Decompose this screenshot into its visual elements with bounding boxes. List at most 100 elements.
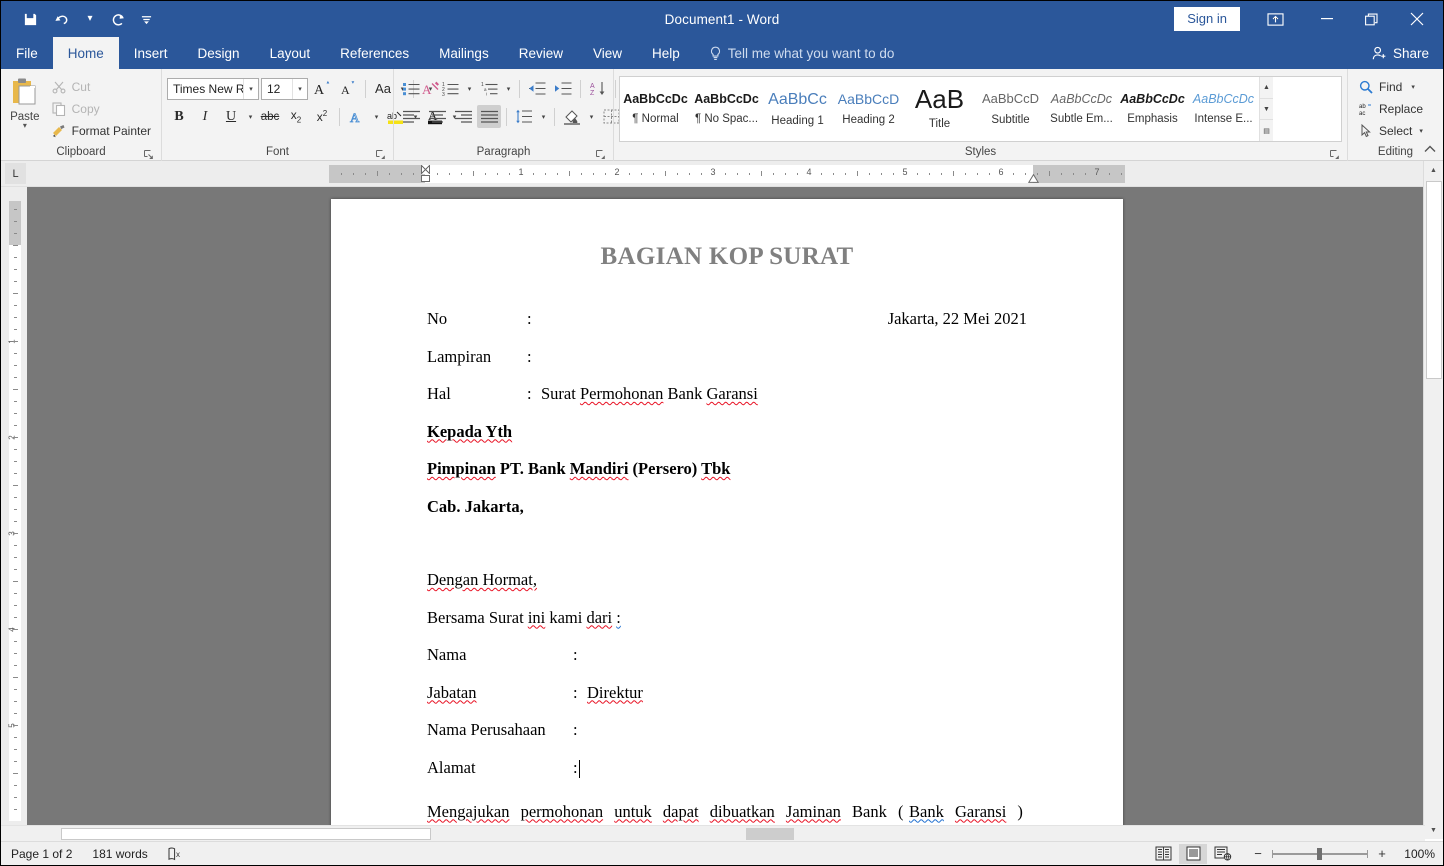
select-button[interactable]: Select ▾ bbox=[1353, 120, 1428, 141]
replace-button[interactable]: ab ac Replace bbox=[1353, 98, 1428, 119]
share-button[interactable]: Share bbox=[1372, 37, 1429, 69]
bullets-icon[interactable] bbox=[399, 77, 423, 100]
multilevel-list-chevron-down-icon[interactable]: ▾ bbox=[503, 77, 514, 100]
tab-view[interactable]: View bbox=[578, 37, 637, 69]
tab-insert[interactable]: Insert bbox=[119, 37, 183, 69]
shrink-font-button[interactable]: A bbox=[336, 77, 360, 100]
clipboard-dialog-launcher-icon[interactable] bbox=[143, 149, 154, 160]
align-left-icon[interactable] bbox=[399, 105, 423, 128]
styles-dialog-launcher-icon[interactable] bbox=[1329, 149, 1340, 160]
numbering-chevron-down-icon[interactable]: ▾ bbox=[464, 77, 475, 100]
font-name-chevron-down-icon[interactable]: ▾ bbox=[243, 78, 258, 99]
collapse-ribbon-icon[interactable] bbox=[1422, 141, 1438, 157]
tab-home[interactable]: Home bbox=[52, 37, 119, 69]
underline-chevron-down-icon[interactable]: ▾ bbox=[245, 105, 256, 128]
document-canvas[interactable]: BAGIAN KOP SURAT No : Jakarta, 22 Mei 20… bbox=[27, 187, 1425, 839]
paragraph-dialog-launcher-icon[interactable] bbox=[595, 149, 606, 160]
zoom-in-button[interactable]: + bbox=[1375, 846, 1389, 862]
justify-icon[interactable] bbox=[477, 105, 501, 128]
tab-mailings[interactable]: Mailings bbox=[424, 37, 504, 69]
undo-dropdown-icon[interactable]: ▾ bbox=[79, 5, 101, 33]
read-mode-icon[interactable] bbox=[1149, 844, 1177, 864]
ruler-top-margin[interactable] bbox=[9, 201, 21, 245]
superscript-button[interactable]: x2 bbox=[310, 105, 334, 128]
redo-icon[interactable] bbox=[103, 5, 133, 33]
subscript-button[interactable]: x2 bbox=[284, 105, 308, 128]
shading-icon[interactable] bbox=[560, 105, 584, 128]
change-case-button[interactable]: Aa bbox=[371, 77, 395, 100]
zoom-slider[interactable] bbox=[1272, 846, 1368, 862]
text-effects-button[interactable]: A bbox=[345, 105, 369, 128]
line-spacing-chevron-down-icon[interactable]: ▾ bbox=[538, 105, 549, 128]
style-item-intense-emphasis[interactable]: AaBbCcDc Intense E... bbox=[1188, 77, 1259, 141]
tab-stop-selector[interactable]: L bbox=[5, 163, 26, 184]
shading-chevron-down-icon[interactable]: ▾ bbox=[586, 105, 597, 128]
sort-icon[interactable]: AZ bbox=[586, 77, 610, 100]
scroll-down-icon[interactable]: ▼ bbox=[1424, 821, 1443, 839]
copy-button[interactable]: Copy bbox=[46, 98, 156, 119]
styles-scroll-up-icon[interactable]: ▲ bbox=[1260, 77, 1273, 98]
document-content[interactable]: BAGIAN KOP SURAT No : Jakarta, 22 Mei 20… bbox=[427, 243, 1027, 839]
text-effects-chevron-down-icon[interactable]: ▾ bbox=[371, 105, 382, 128]
ruler-right-margin[interactable] bbox=[1033, 165, 1125, 183]
style-item-subtle-emphasis[interactable]: AaBbCcDc Subtle Em... bbox=[1046, 77, 1117, 141]
underline-button[interactable]: U bbox=[219, 105, 243, 128]
tab-design[interactable]: Design bbox=[183, 37, 255, 69]
horizontal-scroll-thumb[interactable] bbox=[61, 828, 431, 840]
styles-more-icon[interactable]: ▤ bbox=[1260, 119, 1273, 141]
align-center-icon[interactable] bbox=[425, 105, 449, 128]
paste-button[interactable]: Paste ▾ bbox=[6, 74, 44, 130]
style-item-title[interactable]: AaB Title bbox=[904, 77, 975, 141]
increase-indent-icon[interactable] bbox=[551, 77, 575, 100]
styles-scroll-down-icon[interactable]: ▼ bbox=[1260, 97, 1273, 120]
font-size-chevron-down-icon[interactable]: ▾ bbox=[292, 78, 307, 99]
proofing-icon[interactable]: x bbox=[168, 847, 185, 861]
paste-chevron-down-icon[interactable]: ▾ bbox=[23, 122, 27, 130]
web-layout-icon[interactable] bbox=[1209, 844, 1237, 864]
document-page[interactable]: BAGIAN KOP SURAT No : Jakarta, 22 Mei 20… bbox=[331, 199, 1123, 839]
tell-me-search[interactable]: Tell me what you want to do bbox=[695, 37, 905, 69]
grow-font-button[interactable]: A bbox=[310, 77, 334, 100]
word-count[interactable]: 181 words bbox=[92, 847, 147, 861]
tab-references[interactable]: References bbox=[325, 37, 424, 69]
close-icon[interactable] bbox=[1394, 2, 1439, 36]
tab-layout[interactable]: Layout bbox=[255, 37, 326, 69]
line-spacing-icon[interactable] bbox=[512, 105, 536, 128]
tab-help[interactable]: Help bbox=[637, 37, 695, 69]
ribbon-display-options-icon[interactable] bbox=[1258, 5, 1292, 33]
style-item-heading-2[interactable]: AaBbCcD Heading 2 bbox=[833, 77, 904, 141]
zoom-slider-thumb[interactable] bbox=[1317, 847, 1322, 860]
left-indent-marker[interactable] bbox=[421, 175, 430, 182]
zoom-out-button[interactable]: − bbox=[1251, 846, 1265, 862]
horizontal-scroll-thumb-secondary[interactable] bbox=[746, 828, 794, 840]
style-item-heading-1[interactable]: AaBbCc Heading 1 bbox=[762, 77, 833, 141]
undo-icon[interactable] bbox=[47, 5, 77, 33]
bold-button[interactable]: B bbox=[167, 105, 191, 128]
print-layout-icon[interactable] bbox=[1179, 843, 1207, 864]
format-painter-button[interactable]: Format Painter bbox=[46, 120, 156, 141]
italic-button[interactable]: I bbox=[193, 105, 217, 128]
tab-review[interactable]: Review bbox=[504, 37, 578, 69]
horizontal-scrollbar[interactable] bbox=[1, 825, 1425, 841]
page-indicator[interactable]: Page 1 of 2 bbox=[11, 847, 72, 861]
cut-button[interactable]: Cut bbox=[46, 76, 156, 97]
select-chevron-down-icon[interactable]: ▾ bbox=[1419, 127, 1423, 135]
tab-file[interactable]: File bbox=[1, 37, 53, 69]
font-size-combo[interactable]: 12 ▾ bbox=[261, 77, 308, 100]
bullets-chevron-down-icon[interactable]: ▾ bbox=[425, 77, 436, 100]
vertical-scroll-thumb[interactable] bbox=[1426, 181, 1442, 379]
zoom-level[interactable]: 100% bbox=[1399, 847, 1435, 861]
strikethrough-button[interactable]: abc bbox=[258, 105, 282, 128]
find-button[interactable]: Find ▾ bbox=[1353, 76, 1428, 97]
customize-qat-icon[interactable] bbox=[135, 5, 157, 33]
style-item-subtitle[interactable]: AaBbCcD Subtitle bbox=[975, 77, 1046, 141]
scroll-up-icon[interactable]: ▲ bbox=[1424, 161, 1443, 179]
font-dialog-launcher-icon[interactable] bbox=[375, 149, 386, 160]
vertical-scrollbar[interactable]: ▲ ▼ bbox=[1423, 161, 1443, 839]
find-chevron-down-icon[interactable]: ▾ bbox=[1411, 83, 1415, 91]
minimize-icon[interactable] bbox=[1304, 2, 1349, 36]
decrease-indent-icon[interactable] bbox=[525, 77, 549, 100]
font-name-combo[interactable]: Times New Ro ▾ bbox=[167, 77, 259, 100]
multilevel-list-icon[interactable]: 1ai bbox=[477, 77, 501, 100]
style-item-emphasis[interactable]: AaBbCcDc Emphasis bbox=[1117, 77, 1188, 141]
